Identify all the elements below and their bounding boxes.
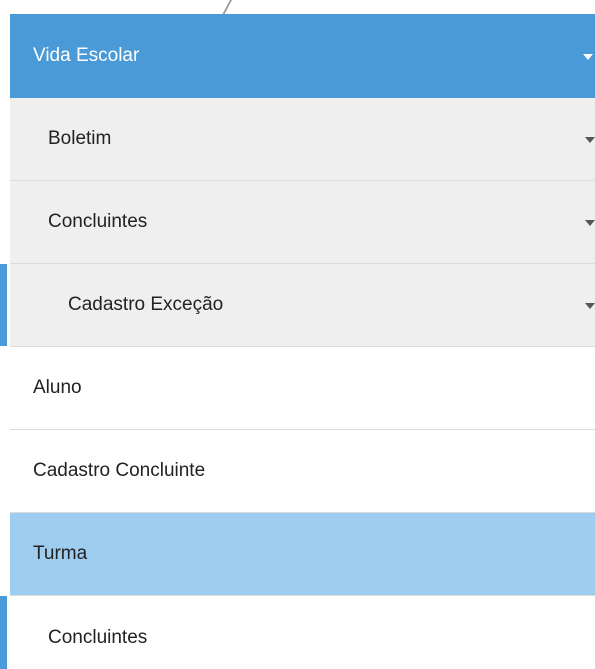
menu-item-cadastro-excecao[interactable]: Cadastro Exceção [0,264,595,347]
active-indicator [0,596,7,669]
menu-item-label: Turma [33,543,88,564]
screenshot-frame: Vida Escolar Boletim Concluintes Cadastr… [0,0,595,669]
menu-item-cadastro-concluinte[interactable]: Cadastro Concluinte [10,430,595,513]
chevron-down-icon [585,220,595,226]
chevron-down-icon [585,137,595,143]
menu-item-label: Cadastro Exceção [68,294,224,315]
menu-item-label: Aluno [33,377,82,398]
sidebar-menu: Vida Escolar Boletim Concluintes Cadastr… [0,14,595,669]
active-indicator [0,264,7,346]
menu-item-label: Concluintes [48,626,148,648]
menu-item-turma-concluintes[interactable]: Concluintes [0,596,595,669]
menu-item-turma[interactable]: Turma [10,513,595,596]
menu-item-concluintes[interactable]: Concluintes [10,181,595,264]
menu-item-label: Boletim [48,128,112,149]
chevron-down-icon [583,54,593,60]
menu-header-vida-escolar[interactable]: Vida Escolar [10,14,595,98]
top-edge [0,0,595,16]
menu-header-label: Vida Escolar [33,45,140,66]
menu-item-aluno[interactable]: Aluno [10,347,595,430]
menu-item-boletim[interactable]: Boletim [10,98,595,181]
menu-item-label: Concluintes [48,211,148,232]
menu-item-label: Cadastro Concluinte [33,460,206,481]
chevron-down-icon [585,303,595,309]
